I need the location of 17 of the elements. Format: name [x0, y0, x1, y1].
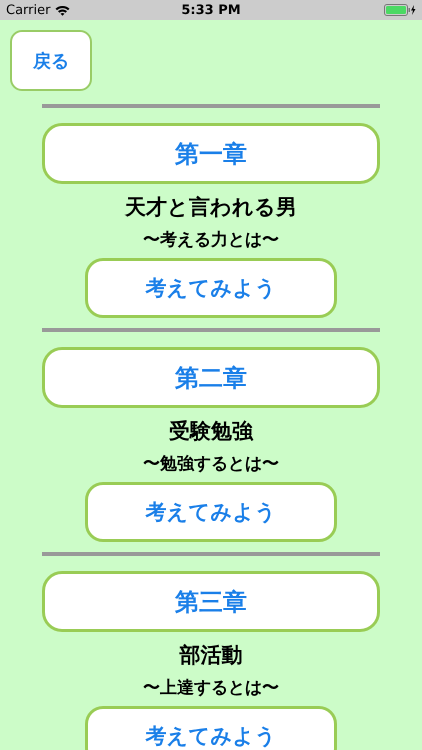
think-button[interactable]: 考えてみよう — [85, 706, 337, 750]
think-button[interactable]: 考えてみよう — [85, 258, 337, 318]
chapter-title: 天才と言われる男 — [125, 194, 297, 221]
think-button[interactable]: 考えてみよう — [85, 482, 337, 542]
chapter-title: 受験勉強 — [169, 418, 253, 445]
chapter-title: 部活動 — [180, 642, 242, 669]
chapter-button[interactable]: 第一章 — [42, 123, 380, 184]
chapter-subtitle: 〜考える力とは〜 — [143, 229, 279, 252]
back-button[interactable]: 戻る — [10, 30, 92, 91]
wifi-icon — [55, 4, 70, 16]
battery-icon — [384, 4, 416, 16]
chapter-button[interactable]: 第二章 — [42, 347, 380, 408]
carrier-label: Carrier — [6, 2, 50, 18]
chapter-subtitle: 〜勉強するとは〜 — [143, 453, 279, 476]
status-time: 5:33 PM — [181, 2, 241, 18]
chapter-button[interactable]: 第三章 — [42, 571, 380, 632]
chapter-subtitle: 〜上達するとは〜 — [143, 677, 279, 700]
